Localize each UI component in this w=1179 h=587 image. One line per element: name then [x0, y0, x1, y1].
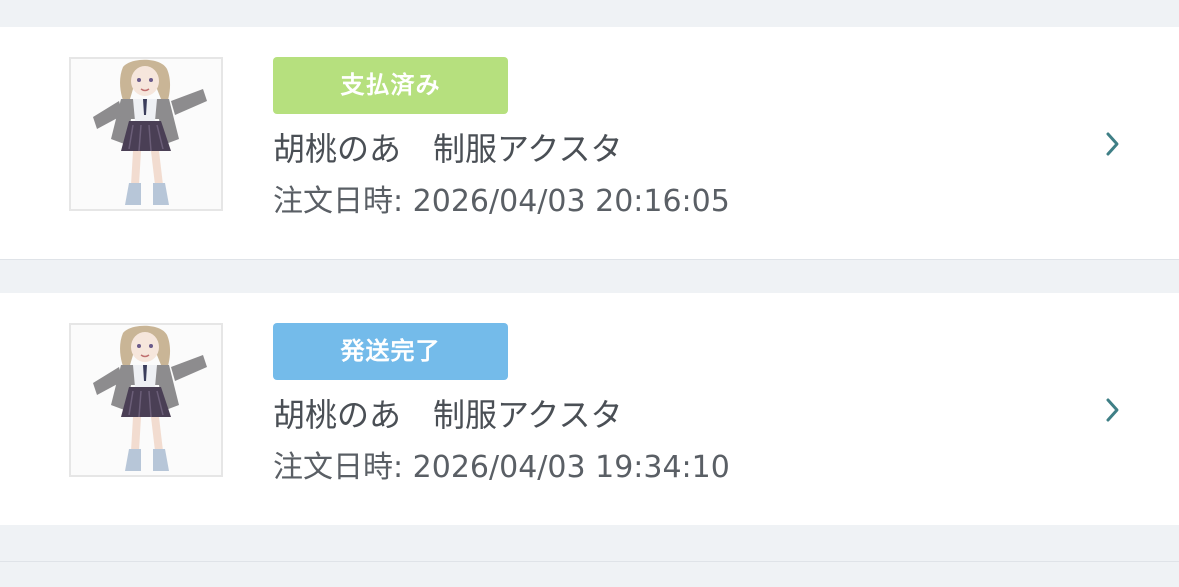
character-figure-image	[93, 325, 207, 471]
order-date: 注文日時: 2026/04/03 19:34:10	[273, 446, 730, 490]
divider	[0, 561, 1179, 562]
order-history-page: 支払済み 胡桃のあ 制服アクスタ 注文日時: 2026/04/03 20:16:…	[0, 0, 1179, 587]
status-badge: 発送完了	[273, 323, 508, 380]
product-thumbnail	[69, 323, 223, 477]
order-date-label: 注文日時:	[273, 450, 404, 485]
order-date: 注文日時: 2026/04/03 20:16:05	[273, 180, 730, 224]
chevron-right-icon[interactable]	[1100, 127, 1124, 161]
product-thumbnail	[69, 57, 223, 211]
character-figure-image	[93, 59, 207, 205]
order-list-item[interactable]: 支払済み 胡桃のあ 制服アクスタ 注文日時: 2026/04/03 20:16:…	[0, 27, 1179, 259]
product-name: 胡桃のあ 制服アクスタ	[273, 130, 623, 168]
order-date-value: 2026/04/03 20:16:05	[412, 184, 730, 219]
status-badge: 支払済み	[273, 57, 508, 114]
order-date-value: 2026/04/03 19:34:10	[412, 450, 730, 485]
product-name: 胡桃のあ 制服アクスタ	[273, 396, 623, 434]
chevron-right-icon[interactable]	[1100, 393, 1124, 427]
order-list-item[interactable]: 発送完了 胡桃のあ 制服アクスタ 注文日時: 2026/04/03 19:34:…	[0, 293, 1179, 525]
divider	[0, 259, 1179, 260]
order-date-label: 注文日時:	[273, 184, 404, 219]
